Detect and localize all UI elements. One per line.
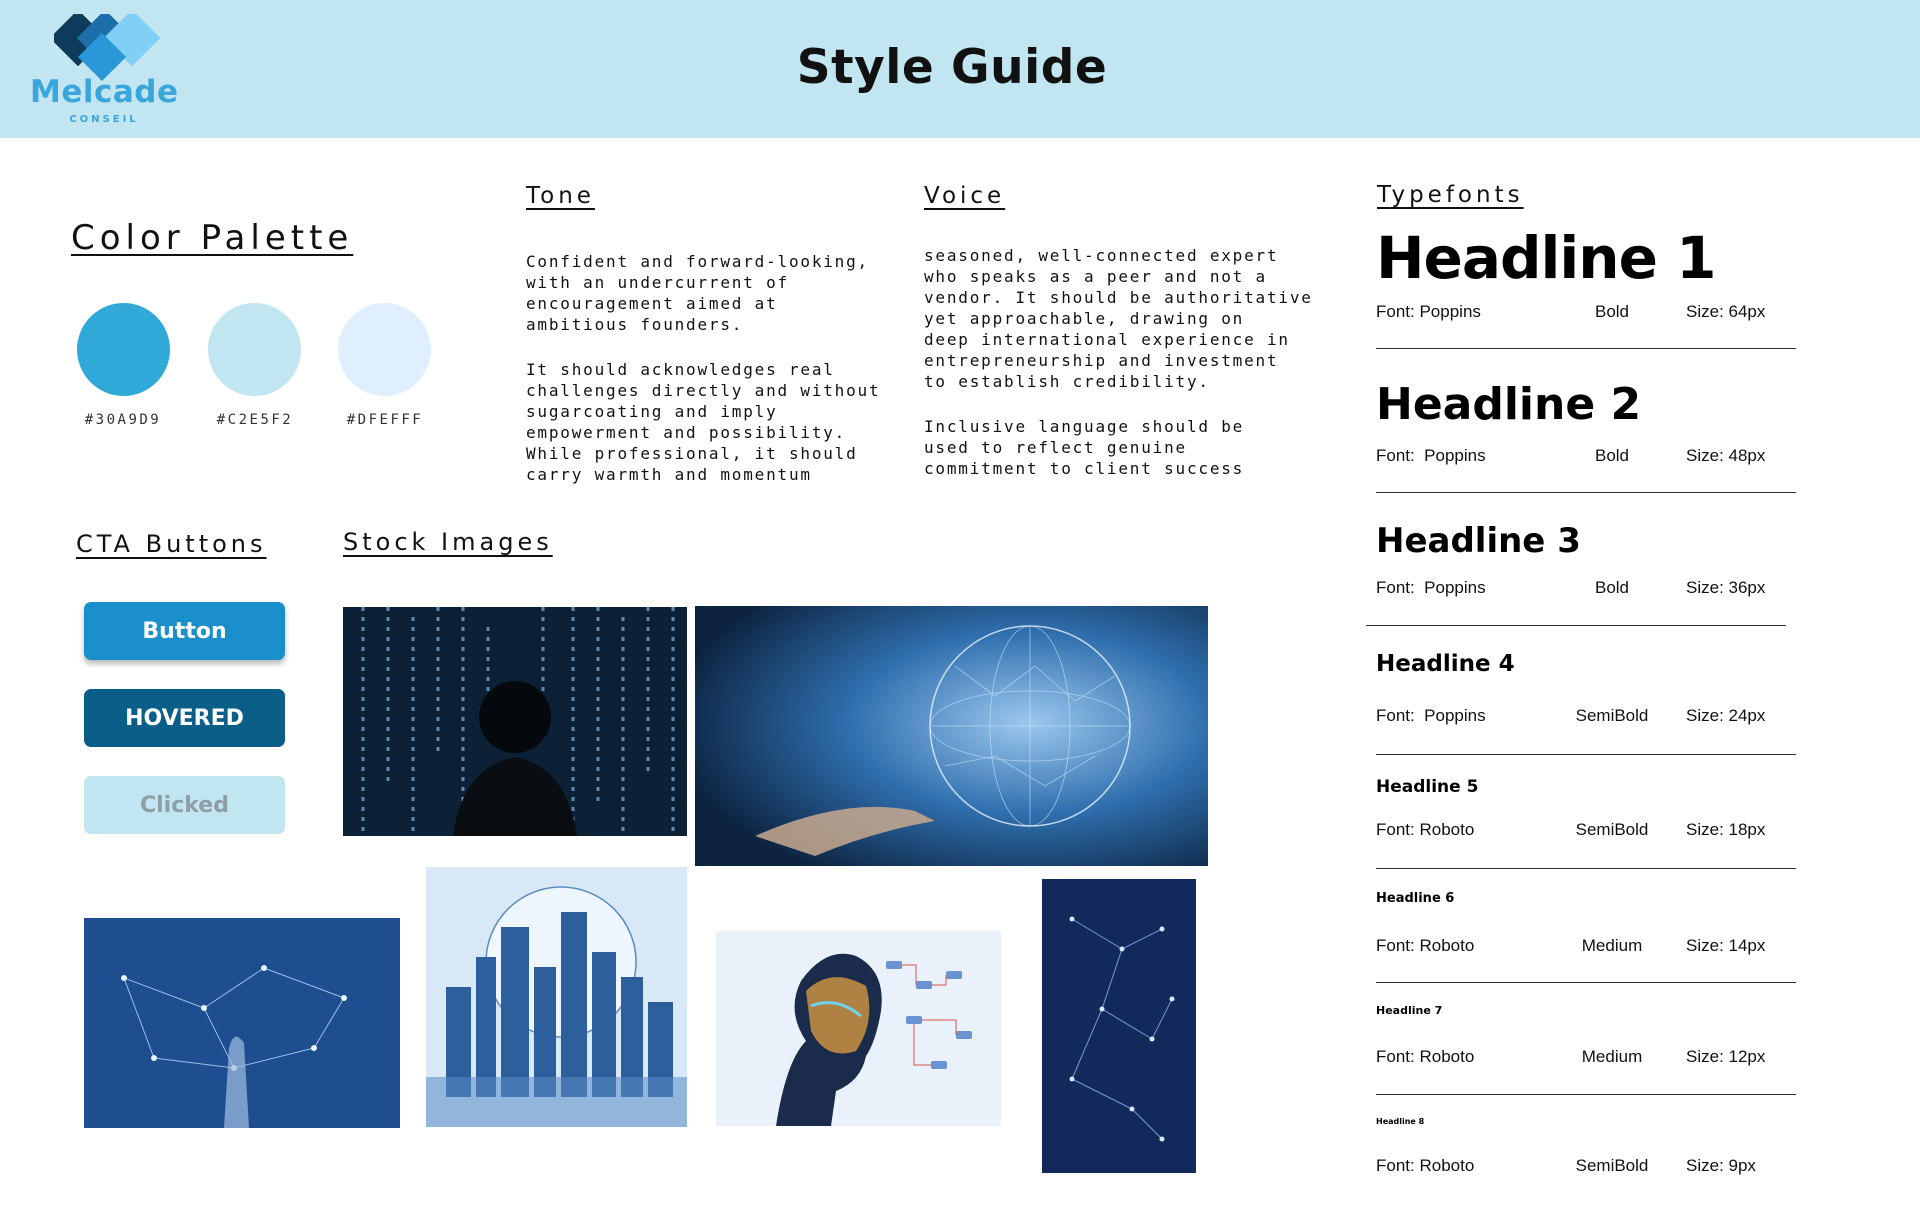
font-size: Size: 36px <box>1686 578 1766 597</box>
font-name: Font: Roboto <box>1376 820 1475 839</box>
voice-line: entrepreneurship and investment <box>924 351 1279 370</box>
headline-2-sample: Headline 2 <box>1376 379 1642 430</box>
headline-3-sample: Headline 3 <box>1376 521 1581 561</box>
voice-line: to establish credibility. <box>924 372 1210 391</box>
font-weight: SemiBold <box>1575 820 1649 839</box>
tone-line: ambitious founders. <box>526 315 744 334</box>
font-weight: Bold <box>1594 578 1630 597</box>
color-palette-title: Color Palette <box>71 218 354 258</box>
typeface-row-2: Headline 2 Font: Poppins Bold Size: 48px <box>1376 375 1796 465</box>
headline-4-sample: Headline 4 <box>1376 651 1515 677</box>
divider <box>1366 625 1786 626</box>
font-name: Font: Roboto <box>1376 1047 1475 1066</box>
font-size: Size: 48px <box>1686 446 1766 465</box>
tone-line: encouragement aimed at <box>526 294 778 313</box>
constellation-network-image <box>1042 879 1196 1173</box>
page-title: Style Guide <box>796 40 1108 95</box>
tone-line: empowerment and possibility. <box>526 423 847 442</box>
typeface-row-8: Headline 8 Font: Roboto SemiBold Size: 9… <box>1376 1117 1796 1175</box>
cta-hovered-button[interactable]: HOVERED <box>84 689 285 747</box>
swatch-2-label: #C2E5F2 <box>216 412 294 428</box>
tone-line: It should acknowledges real <box>526 360 835 379</box>
swatch-1-label: #30A9D9 <box>84 412 162 428</box>
typeface-row-5: Headline 5 Font: Roboto SemiBold Size: 1… <box>1376 776 1796 839</box>
font-name: Font: Roboto <box>1376 1156 1475 1175</box>
voice-line: seasoned, well-connected expert <box>924 246 1279 265</box>
voice-line: deep international experience in <box>924 330 1290 349</box>
font-weight: SemiBold <box>1575 706 1649 725</box>
font-size: Size: 14px <box>1686 936 1766 955</box>
font-size: Size: 12px <box>1686 1047 1766 1066</box>
typeface-row-7: Headline 7 Font: Roboto Medium Size: 12p… <box>1376 1004 1796 1066</box>
headline-7-sample: Headline 7 <box>1376 1004 1443 1017</box>
voice-paragraph-1: seasoned, well-connected expert who spea… <box>924 245 1313 392</box>
headline-8-sample: Headline 8 <box>1376 1117 1425 1126</box>
font-weight: SemiBold <box>1575 1156 1649 1175</box>
typefonts-title: Typefonts <box>1377 182 1524 208</box>
typeface-row-3: Headline 3 Font: Poppins Bold Size: 36px <box>1376 518 1796 597</box>
voice-title: Voice <box>924 183 1006 209</box>
cta-buttons-title: CTA Buttons <box>76 530 267 558</box>
font-size: Size: 9px <box>1686 1156 1756 1175</box>
voice-line: commitment to client success <box>924 459 1245 478</box>
swatch-1 <box>77 303 170 396</box>
swatch-3-label: #DFEFFF <box>346 412 424 428</box>
typeface-row-6: Headline 6 Font: Roboto Medium Size: 14p… <box>1376 891 1796 955</box>
tone-paragraph-2: It should acknowledges real challenges d… <box>526 359 880 485</box>
font-size: Size: 18px <box>1686 820 1766 839</box>
logo-subtitle: CONSEIL <box>69 114 139 125</box>
voice-paragraph-2: Inclusive language should be used to ref… <box>924 416 1313 479</box>
voice-line: Inclusive language should be <box>924 417 1245 436</box>
font-name: Font: Poppins <box>1376 578 1486 597</box>
network-hand-image <box>84 918 400 1128</box>
voice-line: vendor. It should be authoritative <box>924 288 1313 307</box>
swatch-3 <box>338 303 431 396</box>
font-name: Font: Poppins <box>1376 302 1481 321</box>
cta-default-button[interactable]: Button <box>84 602 285 660</box>
voice-line: yet approachable, drawing on <box>924 309 1245 328</box>
voice-line: who speaks as a peer and not a <box>924 267 1267 286</box>
divider <box>1376 982 1796 983</box>
digital-globe-hand-image <box>695 606 1208 866</box>
font-weight: Bold <box>1594 302 1630 321</box>
tone-title: Tone <box>526 183 595 209</box>
divider <box>1376 348 1796 349</box>
stock-images-title: Stock Images <box>343 528 553 556</box>
typeface-row-4: Headline 4 Font: Poppins SemiBold Size: … <box>1376 649 1796 725</box>
city-globe-image <box>426 867 687 1127</box>
tone-line: While professional, it should <box>526 444 858 463</box>
divider <box>1376 492 1796 493</box>
headline-5-sample: Headline 5 <box>1376 777 1479 797</box>
cta-clicked-button[interactable]: Clicked <box>84 776 285 834</box>
font-size: Size: 24px <box>1686 706 1766 725</box>
person-data-rain-image <box>343 607 687 836</box>
tone-line: challenges directly and without <box>526 381 881 400</box>
divider <box>1376 754 1796 755</box>
ai-head-profile-image <box>716 931 1001 1126</box>
tone-line: with an undercurrent of <box>526 273 789 292</box>
font-weight: Medium <box>1581 1047 1643 1066</box>
font-weight: Medium <box>1581 936 1643 955</box>
tone-paragraph-1: Confident and forward-looking, with an u… <box>526 251 880 335</box>
divider <box>1376 868 1796 869</box>
headline-6-sample: Headline 6 <box>1376 891 1455 906</box>
swatch-2 <box>208 303 301 396</box>
divider <box>1376 1094 1796 1095</box>
font-name: Font: Poppins <box>1376 706 1486 725</box>
tone-line: sugarcoating and imply <box>526 402 778 421</box>
tone-line: carry warmth and momentum <box>526 465 812 484</box>
tone-line: Confident and forward-looking, <box>526 252 869 271</box>
font-size: Size: 64px <box>1686 302 1766 321</box>
tone-text: Confident and forward-looking, with an u… <box>526 251 880 509</box>
font-name: Font: Roboto <box>1376 936 1475 955</box>
headline-1-sample: Headline 1 <box>1376 224 1716 292</box>
typeface-row-1: Headline 1 Font: Poppins Bold Size: 64px <box>1376 220 1796 321</box>
font-name: Font: Poppins <box>1376 446 1486 465</box>
header-bar: Melcade CONSEIL Style Guide <box>0 0 1920 138</box>
voice-line: used to reflect genuine <box>924 438 1187 457</box>
font-weight: Bold <box>1594 446 1630 465</box>
voice-text: seasoned, well-connected expert who spea… <box>924 245 1313 503</box>
